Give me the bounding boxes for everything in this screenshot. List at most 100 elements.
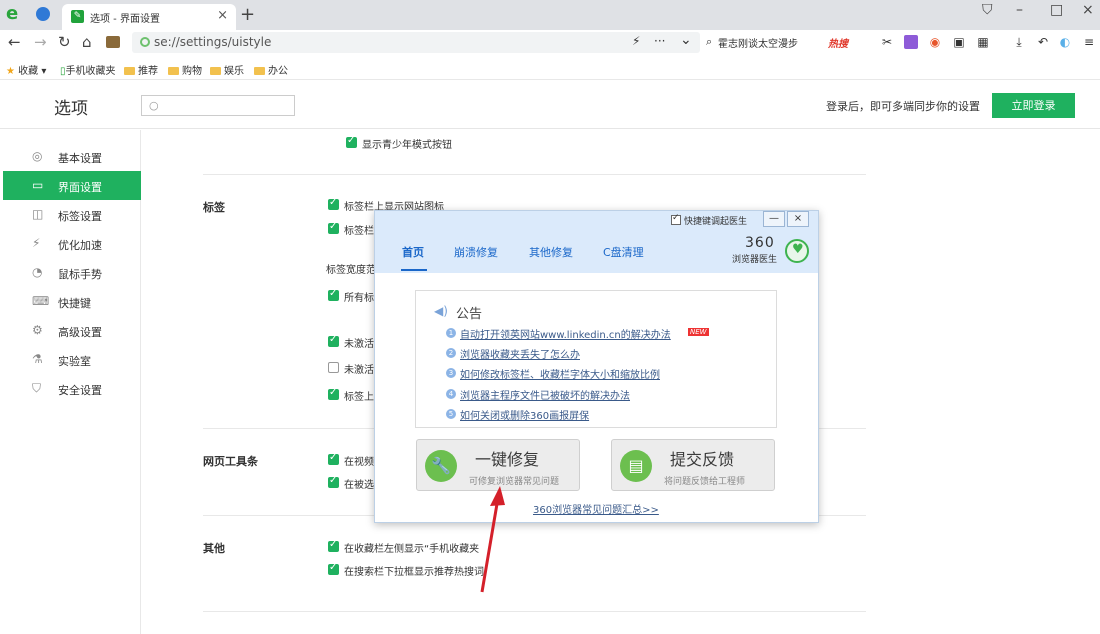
settings-header: 选项 ○ 登录后，即可多端同步你的设置 立即登录: [0, 81, 1100, 129]
lightning-icon: ⚡: [32, 236, 41, 250]
bookmark-folder-recommend[interactable]: 推荐: [124, 62, 158, 77]
notice-panel: ◀) 公告 1 自动打开领英网站www.linkedin.cn的解决办法 NEW…: [415, 290, 777, 428]
settings-search-input[interactable]: ○: [141, 95, 295, 116]
refresh-icon[interactable]: ↻: [58, 33, 71, 51]
search-icon[interactable]: ⌕: [706, 35, 712, 49]
tab-option6-checkbox[interactable]: [328, 387, 339, 400]
speaker-icon: ◀): [434, 304, 448, 318]
divider: [203, 611, 866, 612]
keyboard-icon: ⌨: [32, 294, 50, 308]
extension-icon[interactable]: [36, 7, 50, 21]
bookmark-folder-office[interactable]: 办公: [254, 62, 288, 77]
bookmark-folder-entertainment[interactable]: 娱乐: [210, 62, 244, 77]
dialog-minimize-button[interactable]: —: [763, 211, 785, 227]
search-query[interactable]: 霍志刚谈太空漫步: [718, 35, 798, 50]
secure-icon: [140, 37, 150, 47]
bookmark-favorites[interactable]: ★ 收藏 ▾: [6, 62, 46, 77]
tab-settings[interactable]: ✎ 选项 - 界面设置 ×: [62, 4, 236, 30]
tab-option4-checkbox[interactable]: [328, 334, 339, 347]
faq-link[interactable]: 360浏览器常见问题汇总>>: [533, 501, 659, 516]
search-box[interactable]: ⌕ 霍志刚谈太空漫步 热搜: [704, 32, 868, 53]
browser-ball-icon[interactable]: ◐: [1058, 35, 1072, 49]
option-label: 在收藏栏左侧显示“手机收藏夹: [344, 544, 480, 555]
settings-sidebar: ◎ 基本设置 ▭ 界面设置 ◫ 标签设置 ⚡ 优化加速 ◔ 鼠标手势 ⌨ 快捷键 ⚙ 高级设置…: [0, 130, 141, 634]
option-label: 所有标: [344, 293, 374, 304]
other-option2-checkbox[interactable]: [328, 562, 339, 575]
sidebar-item-shortcut[interactable]: ⌨ 快捷键: [3, 287, 141, 316]
star-icon: ★: [6, 66, 15, 77]
tab-favicon-checkbox[interactable]: [328, 197, 339, 210]
dialog-tab-other-repair[interactable]: 其他修复: [529, 244, 573, 260]
dialog-close-button[interactable]: ×: [787, 211, 809, 227]
other-option1-checkbox[interactable]: [328, 539, 339, 552]
bookmark-folder-shopping[interactable]: 购物: [168, 62, 202, 77]
page-title: 选项: [54, 99, 88, 119]
menu-icon[interactable]: ≡: [1082, 35, 1096, 49]
wrench-icon: 🔧: [425, 450, 457, 482]
notice-number: 5: [446, 409, 456, 419]
download-icon[interactable]: ⤓: [1012, 35, 1026, 49]
sidebar-item-security[interactable]: ⛉ 安全设置: [3, 374, 141, 403]
close-window-button[interactable]: ×: [1082, 2, 1094, 18]
dialog-header: 快捷键调起医生 — × 首页 崩溃修复 其他修复 C盘清理 360 浏览器医生: [375, 211, 818, 273]
option-label: 在视频: [344, 457, 374, 468]
teen-mode-checkbox[interactable]: [346, 135, 357, 148]
game-icon[interactable]: ◉: [928, 35, 942, 49]
login-button[interactable]: 立即登录: [992, 93, 1075, 118]
hot-search-badge[interactable]: 热搜: [828, 35, 848, 50]
webtoolbar-option2-checkbox[interactable]: [328, 475, 339, 488]
scissors-icon[interactable]: ✂: [880, 35, 894, 49]
browser-logo-icon[interactable]: e: [6, 5, 24, 23]
submit-feedback-button[interactable]: ▤ 提交反馈 将问题反馈给工程师: [611, 439, 775, 491]
section-title-other: 其他: [203, 542, 225, 555]
wallet-icon[interactable]: [106, 36, 120, 48]
notice-number: 3: [446, 368, 456, 378]
new-badge: NEW: [688, 328, 709, 336]
notice-title: 公告: [456, 307, 483, 322]
undo-icon[interactable]: ↶: [1036, 35, 1050, 49]
sidebar-item-speedup[interactable]: ⚡ 优化加速: [3, 229, 141, 258]
address-url[interactable]: se://settings/uistyle: [154, 35, 271, 49]
option-label: 在被选: [344, 480, 374, 491]
tab-option5-checkbox[interactable]: [328, 362, 339, 373]
new-tab-button[interactable]: +: [240, 4, 255, 25]
forward-icon[interactable]: →: [34, 33, 47, 51]
tab-option2-checkbox[interactable]: [328, 221, 339, 234]
notice-link[interactable]: 如何关闭或删除360画报屏保: [460, 407, 589, 422]
folder-icon: [124, 67, 135, 75]
tab-title: 选项 - 界面设置: [90, 14, 160, 25]
back-icon[interactable]: ←: [8, 33, 21, 51]
notice-link[interactable]: 浏览器收藏夹丢失了怎么办: [460, 346, 580, 361]
dialog-tab-c-drive-clean[interactable]: C盘清理: [603, 244, 644, 260]
maximize-button[interactable]: □: [1050, 2, 1063, 18]
notice-link[interactable]: 如何修改标签栏、收藏栏字体大小和缩放比例: [460, 366, 660, 381]
minimize-button[interactable]: –: [1016, 2, 1023, 18]
webtoolbar-option1-checkbox[interactable]: [328, 452, 339, 465]
doctor-heart-icon: [785, 239, 809, 263]
dialog-tab-home[interactable]: 首页: [402, 244, 424, 260]
sidebar-item-basic[interactable]: ◎ 基本设置: [3, 142, 141, 171]
address-bar[interactable]: se://settings/uistyle ⚡ ··· ⌄: [132, 32, 700, 53]
bookmark-mobile[interactable]: ▯手机收藏夹: [60, 62, 116, 77]
sidebar-item-interface[interactable]: ▭ 界面设置: [3, 171, 141, 200]
dialog-tab-crash-repair[interactable]: 崩溃修复: [454, 244, 498, 260]
home-icon[interactable]: ⌂: [82, 33, 92, 51]
screen-icon[interactable]: ▣: [952, 35, 966, 49]
mouse-icon: ◔: [32, 265, 43, 279]
sidebar-item-mouse[interactable]: ◔ 鼠标手势: [3, 258, 141, 287]
tab-close-icon[interactable]: ×: [217, 8, 228, 23]
tab-option3-checkbox[interactable]: [328, 288, 339, 301]
search-icon: ○: [149, 99, 159, 112]
sidebar-item-tabs[interactable]: ◫ 标签设置: [3, 200, 141, 229]
skin-icon[interactable]: ⛉: [982, 2, 993, 18]
notice-link[interactable]: 自动打开领英网站www.linkedin.cn的解决办法: [460, 326, 671, 341]
dropdown-icon[interactable]: ⌄: [680, 32, 692, 48]
lightning-icon[interactable]: ⚡: [632, 34, 640, 48]
sidebar-item-advanced[interactable]: ⚙ 高级设置: [3, 316, 141, 345]
notice-link[interactable]: 浏览器主程序文件已被破坏的解决办法: [460, 387, 630, 402]
sidebar-item-lab[interactable]: ⚗ 实验室: [3, 345, 141, 374]
apps-grid-icon[interactable]: ▦: [976, 35, 990, 49]
purple-app-icon[interactable]: [904, 35, 918, 49]
more-icon[interactable]: ···: [654, 34, 665, 48]
quick-launch-checkbox[interactable]: [671, 213, 681, 225]
